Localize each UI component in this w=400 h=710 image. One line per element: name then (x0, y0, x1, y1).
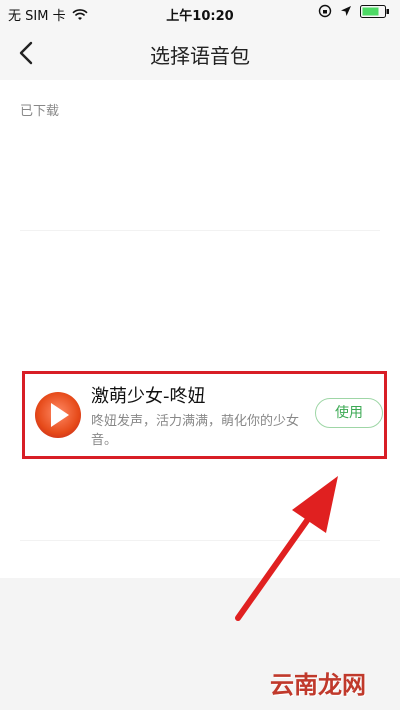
annotation-arrow-icon (235, 476, 338, 621)
watermark-text: 云南龙网 (270, 670, 366, 699)
